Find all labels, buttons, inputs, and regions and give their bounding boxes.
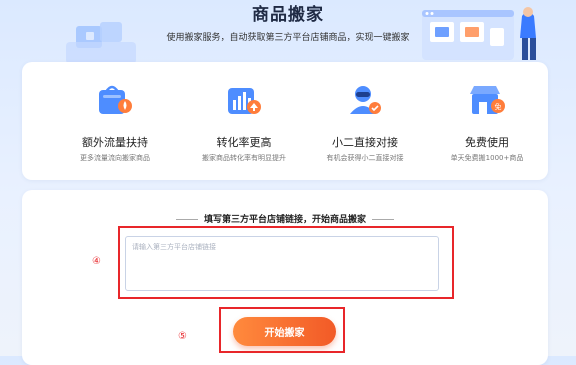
feature-name: 小二直接对接 [332, 136, 398, 149]
banner: 商品搬家 使用搬家服务，自动获取第三方平台店铺商品，实现一键搬家 [0, 0, 576, 70]
start-move-button[interactable]: 开始搬家 [233, 317, 336, 346]
shopping-bag-traffic-icon [95, 80, 135, 120]
feature-name: 额外流量扶持 [82, 136, 148, 149]
form-heading: 填写第三方平台店铺链接，开始商品搬家 [22, 212, 548, 225]
feature-traffic-support: 额外流量扶持 更多流量流向搬家商品 [55, 80, 175, 163]
online-store-illustration-icon [422, 7, 536, 60]
feature-name: 转化率更高 [216, 136, 272, 149]
feature-desc: 更多流量流向搬家商品 [80, 154, 150, 162]
feature-free-use: 免 免费使用 单天免费搬1000+商品 [427, 80, 547, 163]
customer-service-icon [345, 80, 385, 120]
store-link-input[interactable] [125, 236, 439, 291]
divider [175, 219, 198, 220]
boxes-illustration-icon [66, 22, 136, 64]
feature-desc: 搬家商品转化率有明显提升 [202, 154, 286, 162]
bar-chart-up-icon [224, 80, 264, 120]
features-card: 额外流量扶持 更多流量流向搬家商品 转化率更高 搬家商品转化率有明显提升 小二直… [22, 62, 548, 180]
divider [372, 219, 394, 220]
feature-conversion: 转化率更高 搬家商品转化率有明显提升 [184, 80, 304, 163]
feature-name: 免费使用 [465, 136, 509, 149]
feature-desc: 单天免费搬1000+商品 [450, 154, 524, 162]
step-marker-5: ⑤ [178, 331, 187, 342]
form-heading-text: 填写第三方平台店铺链接，开始商品搬家 [203, 215, 366, 225]
feature-desc: 有机会获得小二直接对接 [326, 154, 404, 162]
step-marker-4: ④ [92, 256, 101, 267]
free-store-icon: 免 [467, 80, 507, 120]
svg-text:免: 免 [495, 102, 502, 111]
feature-direct-contact: 小二直接对接 有机会获得小二直接对接 [305, 80, 425, 163]
